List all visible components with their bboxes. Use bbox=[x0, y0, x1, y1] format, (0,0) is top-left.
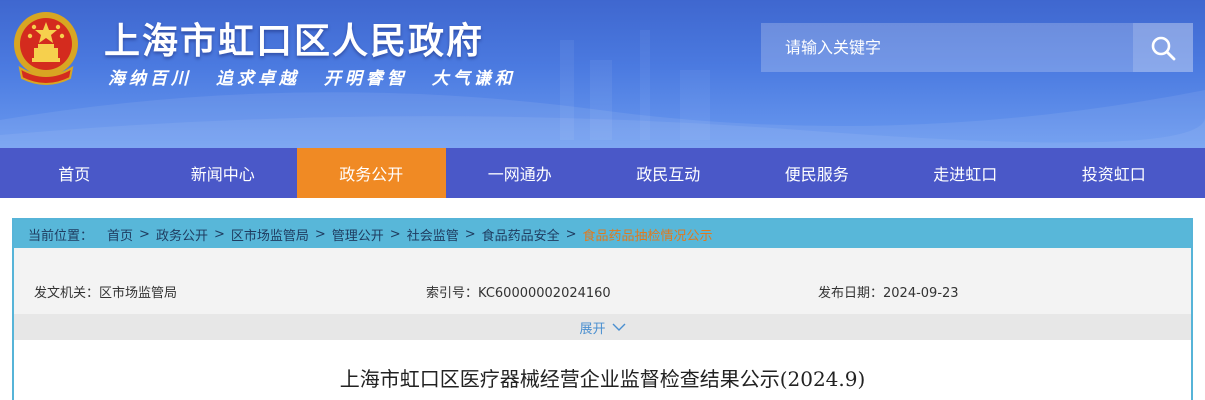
search-box bbox=[761, 23, 1133, 72]
nav-item-invest-hongkou[interactable]: 投资虹口 bbox=[1040, 148, 1189, 198]
search-button[interactable] bbox=[1133, 23, 1193, 72]
nav-item-about-hongkou[interactable]: 走进虹口 bbox=[891, 148, 1040, 198]
breadcrumb-separator: > bbox=[389, 226, 401, 242]
breadcrumb-item[interactable]: 食品药品安全 bbox=[482, 225, 560, 244]
meta-date: 发布日期：2024-09-23 bbox=[818, 282, 959, 301]
site-slogan: 海纳百川 追求卓越 开明睿智 大气谦和 bbox=[108, 69, 516, 89]
meta-date-label: 发布日期： bbox=[818, 286, 884, 301]
meta-date-value: 2024-09-23 bbox=[883, 286, 959, 301]
breadcrumb-item[interactable]: 首页 bbox=[107, 225, 133, 244]
expand-toggle[interactable]: 展开 bbox=[14, 314, 1191, 340]
meta-issuer-value: 区市场监管局 bbox=[99, 286, 178, 301]
meta-issuer-label: 发文机关： bbox=[34, 286, 100, 301]
nav-item-interaction[interactable]: 政民互动 bbox=[594, 148, 743, 198]
breadcrumb-separator: > bbox=[314, 226, 326, 242]
document-title: 上海市虹口区医疗器械经营企业监督检查结果公示(2024.9) bbox=[339, 367, 866, 391]
breadcrumb-separator: > bbox=[139, 226, 150, 242]
search-icon bbox=[1151, 36, 1176, 60]
nav-item-home[interactable]: 首页 bbox=[0, 148, 149, 198]
breadcrumb: 当前位置： 首页 > 政务公开 > 区市场监管局 > 管理公开 > 社会监管 >… bbox=[14, 220, 1191, 248]
meta-issuer: 发文机关：区市场监管局 bbox=[34, 282, 177, 301]
nav-item-news[interactable]: 新闻中心 bbox=[149, 148, 298, 198]
expand-label: 展开 bbox=[579, 321, 606, 337]
site-header: 上海市虹口区人民政府 海纳百川 追求卓越 开明睿智 大气谦和 bbox=[0, 0, 1205, 148]
breadcrumb-label: 当前位置： bbox=[28, 228, 94, 244]
breadcrumb-separator: > bbox=[565, 226, 577, 242]
document-meta: 发文机关：区市场监管局 索引号：KC60000002024160 发布日期：20… bbox=[14, 248, 1191, 314]
breadcrumb-item[interactable]: 管理公开 bbox=[332, 225, 384, 244]
main-nav: 首页 新闻中心 政务公开 一网通办 政民互动 便民服务 走进虹口 投资虹口 bbox=[0, 148, 1205, 198]
nav-item-gov-affairs[interactable]: 政务公开 bbox=[297, 148, 446, 198]
chevron-down-icon bbox=[612, 323, 625, 331]
meta-index: 索引号：KC60000002024160 bbox=[426, 282, 611, 301]
breadcrumb-separator: > bbox=[213, 226, 225, 242]
nav-item-public-service[interactable]: 便民服务 bbox=[743, 148, 892, 198]
nav-item-online-service[interactable]: 一网通办 bbox=[446, 148, 595, 198]
breadcrumb-separator: > bbox=[464, 226, 476, 242]
national-emblem-icon bbox=[14, 12, 78, 85]
meta-index-value: KC60000002024160 bbox=[478, 286, 611, 301]
content-panel: 当前位置： 首页 > 政务公开 > 区市场监管局 > 管理公开 > 社会监管 >… bbox=[12, 218, 1193, 400]
breadcrumb-current[interactable]: 食品药品抽检情况公示 bbox=[583, 225, 713, 244]
meta-index-label: 索引号： bbox=[426, 286, 479, 301]
breadcrumb-item[interactable]: 社会监管 bbox=[407, 225, 459, 244]
breadcrumb-item[interactable]: 区市场监管局 bbox=[231, 225, 309, 244]
site-title[interactable]: 上海市虹口区人民政府 bbox=[104, 12, 484, 64]
search-input[interactable] bbox=[785, 38, 1115, 57]
breadcrumb-item[interactable]: 政务公开 bbox=[156, 225, 208, 244]
